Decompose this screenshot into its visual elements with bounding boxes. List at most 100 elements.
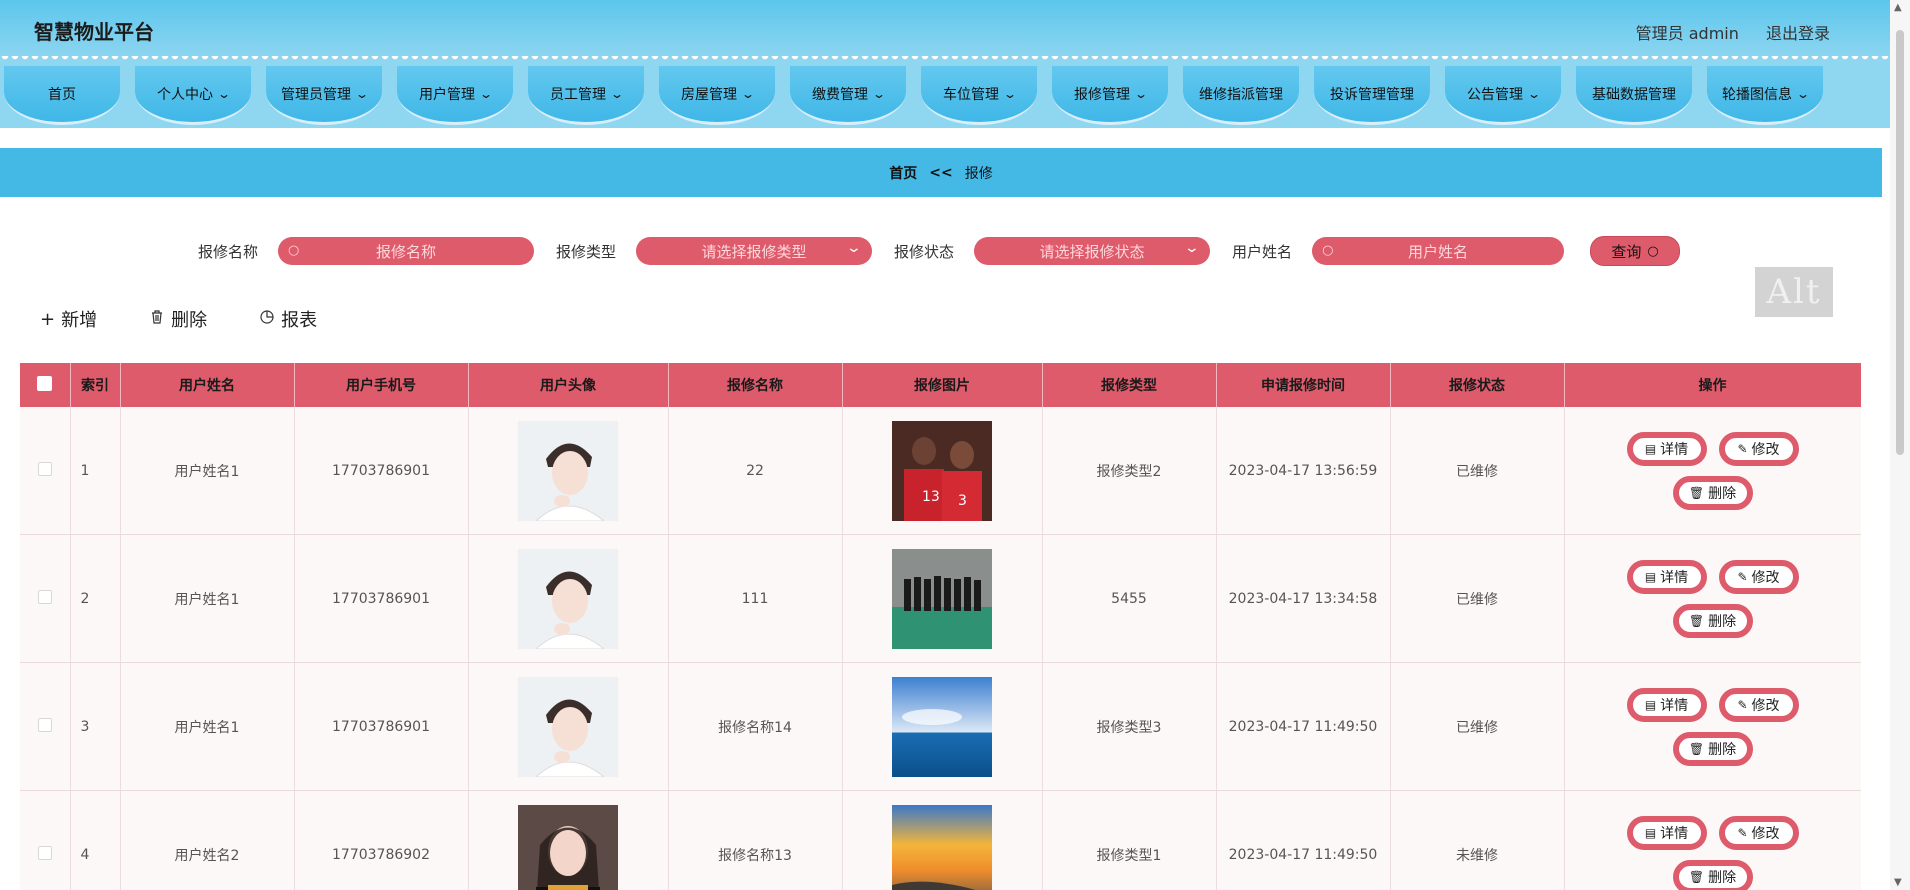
header-repair-name: 报修名称 xyxy=(668,363,843,407)
nav-item[interactable]: 报修管理 ⌄ xyxy=(1052,66,1168,125)
header-status: 报修状态 xyxy=(1390,363,1565,407)
detail-button[interactable]: ▤ 详情 xyxy=(1626,559,1707,594)
row-operations: ▤ 详情 ✎ 修改 🗑 删除 xyxy=(1564,662,1861,791)
nav-item[interactable]: 投诉管理管理 xyxy=(1314,66,1430,125)
detail-button[interactable]: ▤ 详情 xyxy=(1626,815,1707,850)
repair-photo xyxy=(892,804,992,890)
edit-button[interactable]: ✎ 修改 xyxy=(1718,431,1799,466)
row-select-cell xyxy=(20,662,71,791)
table-row: 3 用户姓名1 17703786901 报修名称14 报修类型3 2023-04-17 1… xyxy=(20,662,1861,791)
nav-item-label: 个人中心 xyxy=(156,87,213,103)
row-photo-cell xyxy=(842,662,1043,791)
row-status: 未维修 xyxy=(1390,790,1565,890)
nav-item[interactable]: 轮播图信息 ⌄ xyxy=(1707,66,1823,125)
select-all-cell xyxy=(20,363,71,407)
row-checkbox[interactable] xyxy=(37,845,52,860)
pencil-icon: ✎ xyxy=(1737,441,1748,456)
chevron-down-icon: ⌄ xyxy=(1002,87,1018,101)
row-avatar-cell xyxy=(468,407,669,535)
query-button[interactable]: 查询 ○ xyxy=(1590,236,1681,266)
select-all-checkbox[interactable] xyxy=(37,375,53,391)
row-checkbox[interactable] xyxy=(37,589,52,604)
top-header: 智慧物业平台 管理员 admin 退出登录 xyxy=(0,0,1890,64)
nav-item[interactable]: 维修指派管理 xyxy=(1183,66,1299,125)
row-repair-type: 报修类型2 xyxy=(1042,407,1217,535)
chevron-down-icon: ⌄ xyxy=(1183,240,1201,256)
row-status: 已维修 xyxy=(1390,534,1565,663)
row-repair-type: 5455 xyxy=(1042,534,1217,663)
scroll-up-icon[interactable]: ▲ xyxy=(1894,2,1902,13)
nav-item[interactable]: 首页 xyxy=(4,66,120,125)
nav-item[interactable]: 缴费管理 ⌄ xyxy=(790,66,906,125)
report-button[interactable]: 报表 xyxy=(259,306,317,332)
repair-status-select[interactable]: 请选择报修状态 ⌄ xyxy=(974,237,1211,265)
document-icon: ▤ xyxy=(1644,825,1657,840)
row-username: 用户姓名1 xyxy=(120,407,295,535)
row-select-cell xyxy=(20,790,71,890)
nav-item-label: 用户管理 xyxy=(418,87,475,103)
page-scrollbar[interactable]: ▲ ▼ xyxy=(1890,0,1910,890)
row-index: 4 xyxy=(70,790,121,890)
plus-icon: + xyxy=(40,308,56,330)
row-delete-button[interactable]: 🗑 删除 xyxy=(1672,731,1753,766)
nav-item[interactable]: 管理员管理 ⌄ xyxy=(266,66,382,125)
detail-button[interactable]: ▤ 详情 xyxy=(1626,431,1707,466)
trash-icon xyxy=(149,309,165,330)
scrollbar-thumb[interactable] xyxy=(1896,30,1904,455)
nav-item[interactable]: 车位管理 ⌄ xyxy=(921,66,1037,125)
nav-item[interactable]: 员工管理 ⌄ xyxy=(528,66,644,125)
nav-item-label: 公告管理 xyxy=(1466,87,1523,103)
repair-type-select[interactable]: 请选择报修类型 ⌄ xyxy=(636,237,873,265)
row-delete-button[interactable]: 🗑 删除 xyxy=(1672,859,1753,890)
nav-item[interactable]: 房屋管理 ⌄ xyxy=(659,66,775,125)
row-delete-label: 删除 xyxy=(1708,869,1737,886)
nav-item-label: 车位管理 xyxy=(942,87,999,103)
row-checkbox[interactable] xyxy=(37,717,52,732)
row-apply-time: 2023-04-17 11:49:50 xyxy=(1216,790,1391,890)
logout-link[interactable]: 退出登录 xyxy=(1766,24,1830,43)
row-avatar-cell xyxy=(468,534,669,663)
row-photo-cell xyxy=(842,790,1043,890)
edit-button[interactable]: ✎ 修改 xyxy=(1718,559,1799,594)
nav-item[interactable]: 用户管理 ⌄ xyxy=(397,66,513,125)
edit-button[interactable]: ✎ 修改 xyxy=(1718,815,1799,850)
main-nav: 首页 个人中心 ⌄ 管理员管理 ⌄ 用户管理 ⌄ 员工管理 ⌄ 房屋管理 ⌄ 缴费管理 ⌄ 车位管理 ⌄ 报修… xyxy=(0,60,1890,128)
detail-label: 详情 xyxy=(1660,441,1689,458)
alt-badge: Alt xyxy=(1755,267,1833,317)
nav-item-label: 维修指派管理 xyxy=(1199,87,1283,103)
breadcrumb-home[interactable]: 首页 xyxy=(889,163,917,183)
repair-photo xyxy=(892,676,992,777)
nav-item[interactable]: 公告管理 ⌄ xyxy=(1445,66,1561,125)
search-icon: ○ xyxy=(1322,243,1334,258)
trash-icon: 🗑 xyxy=(1688,741,1705,756)
svg-text:3: 3 xyxy=(958,493,967,509)
add-button[interactable]: + 新增 xyxy=(40,306,97,332)
user-avatar xyxy=(518,676,618,777)
edit-button[interactable]: ✎ 修改 xyxy=(1718,687,1799,722)
detail-button[interactable]: ▤ 详情 xyxy=(1626,687,1707,722)
nav-item[interactable]: 基础数据管理 xyxy=(1576,66,1692,125)
row-select-cell xyxy=(20,407,71,535)
document-icon: ▤ xyxy=(1644,569,1657,584)
repair-photo xyxy=(892,548,992,649)
repair-name-input[interactable]: ○ 报修名称 xyxy=(278,237,535,265)
delete-button[interactable]: 删除 xyxy=(149,306,207,332)
table-row: 2 用户姓名1 17703786901 111 5455 2023-04-17 13:34… xyxy=(20,534,1861,663)
row-delete-button[interactable]: 🗑 删除 xyxy=(1672,475,1753,510)
row-status: 已维修 xyxy=(1390,662,1565,791)
username-label: 用户姓名 xyxy=(1232,242,1293,261)
repair-table: 索引 用户姓名 用户手机号 用户头像 报修名称 报修图片 报修类型 申请报修时间… xyxy=(20,363,1861,890)
username-input[interactable]: ○ 用户姓名 xyxy=(1312,237,1565,265)
row-delete-button[interactable]: 🗑 删除 xyxy=(1672,603,1753,638)
row-apply-time: 2023-04-17 13:34:58 xyxy=(1216,534,1391,663)
nav-item[interactable]: 个人中心 ⌄ xyxy=(135,66,251,125)
scroll-down-icon[interactable]: ▼ xyxy=(1894,877,1902,888)
user-avatar xyxy=(518,548,618,649)
breadcrumb: 首页 << 报修 xyxy=(0,148,1882,197)
row-photo-cell xyxy=(842,534,1043,663)
row-checkbox[interactable] xyxy=(37,461,52,476)
edit-label: 修改 xyxy=(1751,825,1780,842)
header-avatar: 用户头像 xyxy=(468,363,669,407)
search-form: 报修名称 ○ 报修名称 报修类型 请选择报修类型 ⌄ 报修状态 请选择报修状态 … xyxy=(198,236,1681,266)
row-index: 3 xyxy=(70,662,121,791)
